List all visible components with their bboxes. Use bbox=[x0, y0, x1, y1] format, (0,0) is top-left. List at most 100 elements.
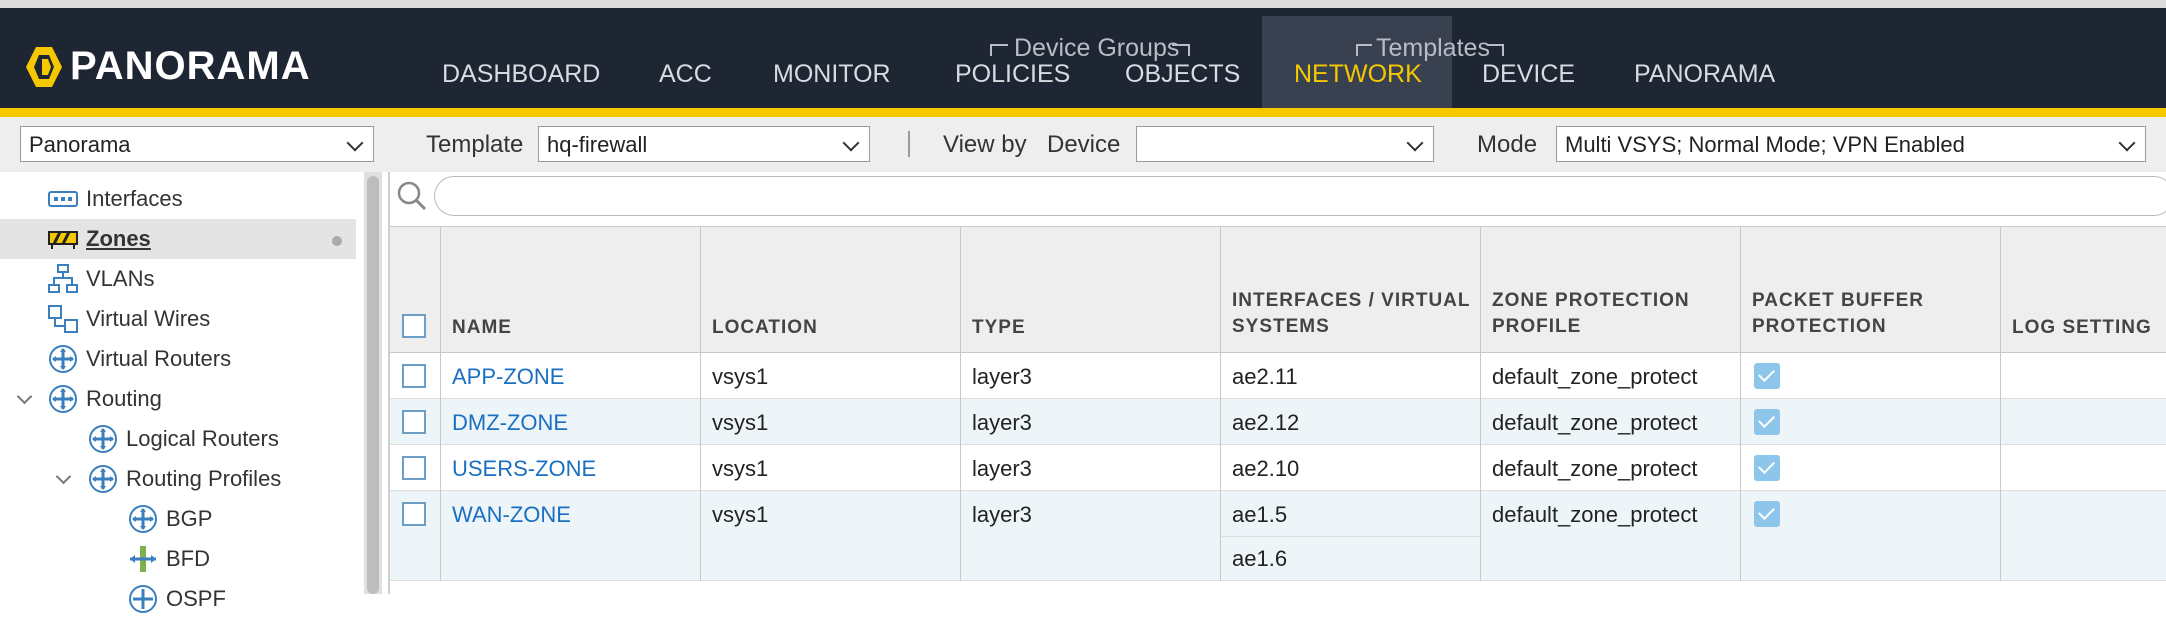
bgp-icon bbox=[128, 504, 158, 534]
nav-dashboard[interactable]: DASHBOARD bbox=[442, 60, 600, 89]
row-checkbox[interactable] bbox=[402, 456, 426, 480]
zone-name-link[interactable]: USERS-ZONE bbox=[452, 456, 596, 482]
scrollbar-thumb[interactable] bbox=[367, 176, 379, 594]
selected-indicator-dot bbox=[332, 236, 342, 246]
chevron-down-icon bbox=[346, 134, 364, 152]
row-checkbox[interactable] bbox=[402, 410, 426, 434]
nav-panorama[interactable]: PANORAMA bbox=[1634, 60, 1775, 89]
top-strip bbox=[0, 0, 2166, 8]
zone-protection-profile: default_zone_protect bbox=[1492, 456, 1698, 481]
vlans-icon bbox=[48, 264, 78, 294]
bfd-icon bbox=[128, 544, 158, 574]
search-input[interactable] bbox=[434, 176, 2166, 216]
zone-location: vsys1 bbox=[712, 364, 769, 389]
column-divider bbox=[1740, 226, 1741, 581]
column-header-line: PROTECTION bbox=[1752, 316, 1887, 337]
sidebar-item-label: Routing Profiles bbox=[126, 466, 282, 491]
sidebar-item-label: Virtual Wires bbox=[86, 306, 211, 331]
column-header-line: ZONE PROTECTION bbox=[1492, 290, 1690, 311]
mode-value: Multi VSYS; Normal Mode; VPN Enabled bbox=[1565, 132, 1965, 157]
sidebar-item-label: BFD bbox=[166, 546, 210, 571]
mode-select[interactable]: Multi VSYS; Normal Mode; VPN Enabled bbox=[1556, 126, 2146, 162]
sidebar-scrollbar[interactable] bbox=[364, 172, 382, 594]
column-header-interfaces[interactable]: INTERFACES / VIRTUAL SYSTEMS bbox=[1232, 288, 1471, 340]
column-header-name[interactable]: NAME bbox=[452, 315, 512, 341]
sidebar-item-label: Logical Routers bbox=[126, 426, 279, 451]
sidebar-item-virtual-wires[interactable]: Virtual Wires bbox=[48, 301, 210, 337]
bracket-device-groups-right bbox=[1172, 44, 1190, 56]
zone-name-link[interactable]: APP-ZONE bbox=[452, 364, 564, 390]
sidebar-item-bfd[interactable]: BFD bbox=[128, 541, 210, 577]
zones-icon bbox=[48, 224, 78, 254]
column-header-location[interactable]: LOCATION bbox=[712, 315, 818, 341]
sidebar-item-virtual-routers[interactable]: Virtual Routers bbox=[48, 341, 231, 377]
column-header-type[interactable]: TYPE bbox=[972, 315, 1026, 341]
column-header-line: SYSTEMS bbox=[1232, 316, 1330, 337]
sidebar-item-routing[interactable]: Routing bbox=[48, 381, 162, 417]
column-header-line: PACKET BUFFER bbox=[1752, 290, 1925, 311]
zone-protection-profile: default_zone_protect bbox=[1492, 364, 1698, 389]
nav-objects[interactable]: OBJECTS bbox=[1125, 60, 1240, 89]
group-label-templates: Templates bbox=[1376, 34, 1490, 62]
template-select[interactable]: hq-firewall bbox=[538, 126, 870, 162]
chevron-down-icon bbox=[1406, 134, 1424, 152]
panorama-logo-icon bbox=[26, 46, 62, 87]
group-label-device-groups: Device Groups bbox=[1014, 34, 1180, 62]
zone-name-link[interactable]: WAN-ZONE bbox=[452, 502, 571, 528]
packet-buffer-checked-icon bbox=[1754, 363, 1780, 389]
column-divider bbox=[2000, 226, 2001, 581]
sidebar-item-logical-routers[interactable]: Logical Routers bbox=[88, 421, 279, 457]
search-icon[interactable] bbox=[396, 180, 428, 212]
column-header-line: PROFILE bbox=[1492, 316, 1582, 337]
context-value: Panorama bbox=[29, 132, 131, 157]
packet-buffer-checked-icon bbox=[1754, 501, 1780, 527]
sub-row-divider bbox=[1222, 536, 1480, 537]
router-icon bbox=[88, 464, 118, 494]
nav-monitor[interactable]: MONITOR bbox=[773, 60, 891, 89]
template-value: hq-firewall bbox=[547, 132, 648, 157]
column-header-zone-protection-profile[interactable]: ZONE PROTECTION PROFILE bbox=[1492, 288, 1690, 340]
context-select[interactable]: Panorama bbox=[20, 126, 374, 162]
nav-acc[interactable]: ACC bbox=[659, 60, 712, 89]
zone-protection-profile: default_zone_protect bbox=[1492, 502, 1698, 527]
logo[interactable]: PANORAMA bbox=[24, 44, 311, 89]
bracket-device-groups-left bbox=[990, 44, 1008, 56]
zone-type: layer3 bbox=[972, 364, 1032, 389]
column-header-line: INTERFACES / VIRTUAL bbox=[1232, 290, 1471, 311]
sidebar-item-routing-profiles[interactable]: Routing Profiles bbox=[88, 461, 281, 497]
zone-protection-profile: default_zone_protect bbox=[1492, 410, 1698, 435]
sidebar-item-bgp[interactable]: BGP bbox=[128, 501, 212, 537]
nav-policies[interactable]: POLICIES bbox=[955, 60, 1070, 89]
ospf-icon bbox=[128, 584, 158, 614]
sidebar-item-ospf[interactable]: OSPF bbox=[128, 581, 226, 617]
row-checkbox[interactable] bbox=[402, 364, 426, 388]
sidebar-item-label: Interfaces bbox=[86, 186, 183, 211]
column-header-log-setting[interactable]: LOG SETTING bbox=[2012, 315, 2152, 341]
column-divider bbox=[960, 226, 961, 581]
nav-network[interactable]: NETWORK bbox=[1294, 60, 1422, 89]
column-divider bbox=[440, 226, 441, 581]
sidebar-item-zones[interactable]: Zones bbox=[48, 221, 151, 257]
select-all-checkbox[interactable] bbox=[402, 314, 426, 338]
virtual-router-icon bbox=[48, 344, 78, 374]
sidebar-item-interfaces[interactable]: Interfaces bbox=[48, 181, 183, 217]
zone-name-link[interactable]: DMZ-ZONE bbox=[452, 410, 568, 436]
sidebar-item-label: Virtual Routers bbox=[86, 346, 232, 371]
sidebar-item-label: OSPF bbox=[166, 586, 226, 611]
bracket-templates-right bbox=[1488, 44, 1504, 56]
nav-device[interactable]: DEVICE bbox=[1482, 60, 1575, 89]
column-header-packet-buffer-protection[interactable]: PACKET BUFFER PROTECTION bbox=[1752, 288, 1924, 340]
sidebar-item-label: Routing bbox=[86, 386, 162, 411]
zone-location: vsys1 bbox=[712, 502, 769, 527]
interfaces-icon bbox=[48, 184, 78, 214]
row-checkbox[interactable] bbox=[402, 502, 426, 526]
sidebar-item-vlans[interactable]: VLANs bbox=[48, 261, 154, 297]
toolbar-divider bbox=[908, 131, 910, 157]
device-label: Device bbox=[1047, 131, 1121, 158]
router-icon bbox=[48, 384, 78, 414]
sidebar-item-label: Zones bbox=[86, 226, 151, 251]
zone-type: layer3 bbox=[972, 502, 1032, 527]
sidebar-item-label: BGP bbox=[166, 506, 213, 531]
zone-interface: ae1.6 bbox=[1232, 546, 1288, 571]
device-select[interactable] bbox=[1136, 126, 1434, 162]
